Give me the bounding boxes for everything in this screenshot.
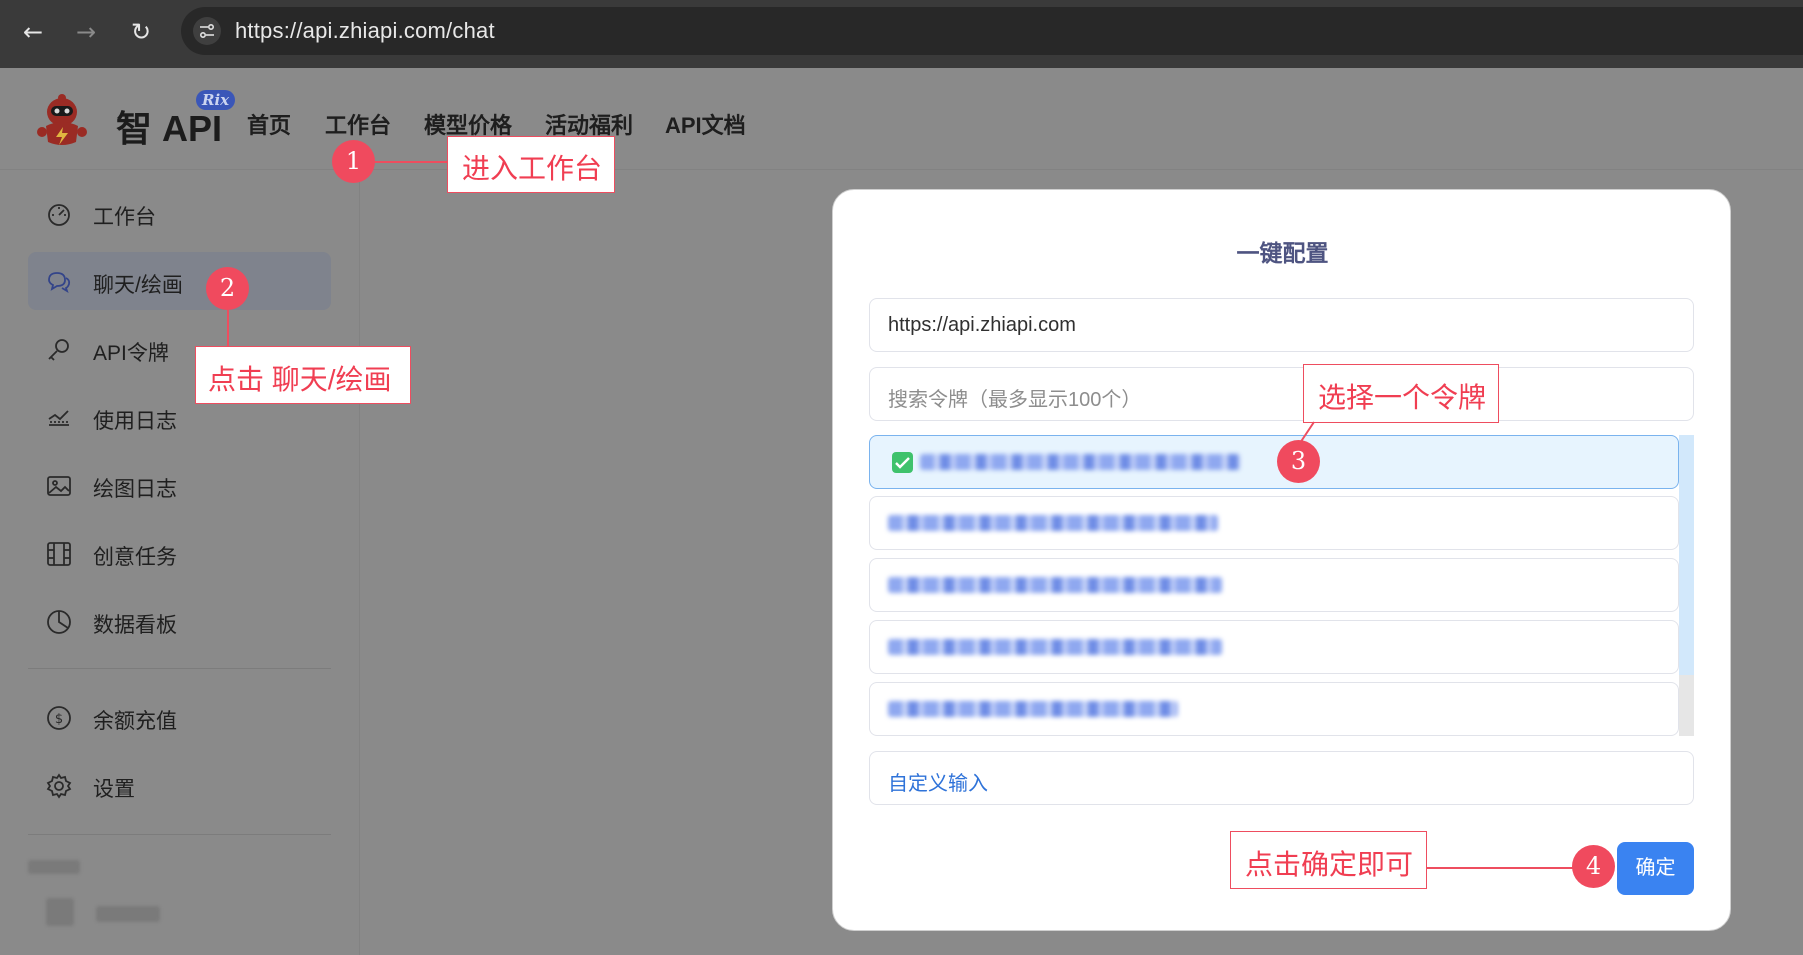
annotation-step-2: 2 bbox=[206, 267, 249, 310]
sidebar-item-label: 绘图日志 bbox=[93, 478, 177, 501]
dashboard-icon bbox=[48, 204, 70, 226]
sidebar-item-label: 使用日志 bbox=[93, 410, 177, 433]
one-click-config-dialog: 一键配置 https://api.zhiapi.com 搜索令牌（最多显示100… bbox=[832, 189, 1731, 931]
gear-icon bbox=[46, 773, 72, 799]
robot-logo-icon bbox=[37, 94, 87, 145]
sidebar-item-settings[interactable]: 设置 bbox=[28, 756, 331, 814]
log-icon bbox=[48, 410, 69, 426]
annotation-label-2: 点击 聊天/绘画 bbox=[195, 346, 411, 404]
token-name-blurred bbox=[920, 454, 1240, 470]
nav-home[interactable]: 首页 bbox=[247, 108, 291, 140]
sidebar-item-chat[interactable]: 聊天/绘画 bbox=[28, 252, 331, 310]
base-url-value: https://api.zhiapi.com bbox=[888, 314, 1076, 336]
checkbox-checked-icon[interactable] bbox=[892, 452, 913, 473]
dollar-icon: $ bbox=[47, 706, 71, 730]
sidebar-divider bbox=[28, 834, 331, 835]
custom-input-label: 自定义输入 bbox=[888, 773, 988, 795]
sidebar-item-recharge[interactable]: $ 余额充值 bbox=[28, 688, 331, 746]
token-name-blurred bbox=[888, 515, 1218, 531]
annotation-step-4: 4 bbox=[1572, 845, 1615, 888]
annotation-step-3: 3 bbox=[1277, 440, 1320, 483]
custom-input-field[interactable]: 自定义输入 bbox=[869, 751, 1694, 805]
user-info-blurred bbox=[96, 906, 160, 922]
dialog-title: 一键配置 bbox=[1236, 240, 1329, 266]
token-name-blurred bbox=[888, 639, 1222, 655]
sidebar-item-label: 工作台 bbox=[93, 206, 156, 229]
annotation-connector bbox=[1427, 867, 1575, 869]
token-option[interactable] bbox=[869, 620, 1679, 674]
forward-icon[interactable]: → bbox=[68, 14, 104, 50]
confirm-button[interactable]: 确定 bbox=[1617, 842, 1694, 895]
sidebar-item-drawing-log[interactable]: 绘图日志 bbox=[28, 456, 331, 514]
annotation-connector bbox=[374, 161, 448, 163]
sidebar-item-data-board[interactable]: 数据看板 bbox=[28, 592, 331, 650]
browser-toolbar: ← → ↻ https://api.zhiapi.com/chat bbox=[0, 0, 1803, 68]
site-info-icon[interactable] bbox=[193, 17, 221, 45]
token-option[interactable] bbox=[869, 682, 1679, 736]
sidebar-item-workbench[interactable]: 工作台 bbox=[28, 184, 331, 242]
sidebar-item-label: 聊天/绘画 bbox=[93, 274, 183, 297]
sidebar-divider bbox=[28, 668, 331, 669]
token-search-input[interactable]: 搜索令牌（最多显示100个） bbox=[869, 367, 1694, 421]
sidebar-item-label: 设置 bbox=[93, 778, 135, 801]
annotation-step-1: 1 bbox=[332, 140, 375, 183]
token-name-blurred bbox=[888, 577, 1222, 593]
scrollbar-thumb[interactable] bbox=[1679, 435, 1694, 675]
token-option-selected[interactable] bbox=[869, 435, 1679, 489]
annotation-connector bbox=[227, 310, 229, 348]
sidebar-item-label: 创意任务 bbox=[93, 546, 177, 569]
pie-chart-icon bbox=[47, 610, 71, 634]
image-icon bbox=[47, 476, 71, 496]
user-name-blurred bbox=[28, 860, 80, 874]
top-navigation: 智 API Rix 首页 工作台 模型价格 活动福利 API文档 bbox=[0, 68, 1803, 170]
back-icon[interactable]: ← bbox=[15, 14, 51, 50]
url-text: https://api.zhiapi.com/chat bbox=[235, 18, 495, 43]
chat-icon bbox=[48, 272, 71, 294]
annotation-label-1: 进入工作台 bbox=[447, 136, 615, 193]
sidebar-item-label: API令牌 bbox=[93, 342, 169, 365]
token-option[interactable] bbox=[869, 558, 1679, 612]
sidebar-item-label: 数据看板 bbox=[93, 614, 177, 637]
token-list bbox=[869, 435, 1694, 736]
brand-badge: Rix bbox=[196, 90, 236, 110]
annotation-label-4: 点击确定即可 bbox=[1230, 831, 1427, 889]
svg-text:$: $ bbox=[55, 712, 63, 727]
token-name-blurred bbox=[888, 701, 1178, 717]
key-icon bbox=[48, 339, 69, 361]
token-search-placeholder: 搜索令牌（最多显示100个） bbox=[888, 389, 1142, 411]
sidebar-item-creative-tasks[interactable]: 创意任务 bbox=[28, 524, 331, 582]
annotation-label-3: 选择一个令牌 bbox=[1303, 364, 1499, 423]
film-icon bbox=[47, 542, 71, 566]
base-url-field[interactable]: https://api.zhiapi.com bbox=[869, 298, 1694, 352]
reload-icon[interactable]: ↻ bbox=[123, 14, 159, 50]
token-option[interactable] bbox=[869, 496, 1679, 550]
nav-api-docs[interactable]: API文档 bbox=[665, 108, 746, 140]
sidebar-item-label: 余额充值 bbox=[93, 710, 177, 733]
nav-workbench[interactable]: 工作台 bbox=[325, 108, 391, 140]
sidebar: 工作台 聊天/绘画 API令牌 使用日志 绘图日志 创意任务 数据看板 $ 余额… bbox=[0, 170, 360, 955]
avatar[interactable] bbox=[46, 898, 74, 926]
address-bar[interactable]: https://api.zhiapi.com/chat bbox=[181, 7, 1803, 55]
